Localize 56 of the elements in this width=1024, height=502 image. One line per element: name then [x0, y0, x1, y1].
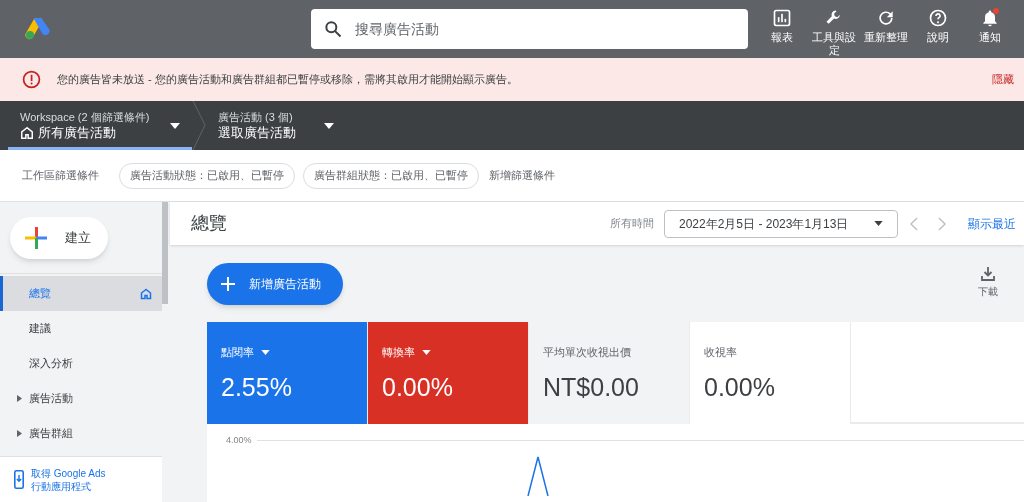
- expand-arrow-icon: [17, 395, 22, 402]
- expand-arrow-icon: [17, 430, 22, 437]
- breadcrumb-dropdown[interactable]: 廣告活動 (3 個) 選取廣告活動: [206, 101, 346, 150]
- search-field[interactable]: 搜尋廣告活動: [311, 9, 748, 49]
- error-icon: [22, 70, 41, 89]
- sidebar-item[interactable]: 總覽: [0, 276, 162, 311]
- breadcrumb-value: 選取廣告活動: [218, 123, 297, 142]
- page-title: 總覽: [191, 212, 228, 235]
- metric-card[interactable]: 點閱率 2.55%: [207, 322, 368, 424]
- phone-download-icon: [14, 470, 24, 489]
- caret-icon: [874, 221, 883, 226]
- plus-icon: [221, 277, 235, 291]
- caret-icon: [261, 349, 270, 355]
- hide-link[interactable]: 隱藏: [992, 71, 1014, 88]
- search-icon: [323, 19, 343, 39]
- caret-icon: [170, 122, 180, 129]
- refresh-icon: [876, 8, 896, 28]
- line-chart-drawing: [527, 456, 549, 496]
- help-icon: [928, 8, 948, 28]
- notifications-icon: [980, 8, 1000, 28]
- date-range-label: 所有時間: [610, 216, 654, 232]
- metric-card[interactable]: 平均單次收視出價 NT$0.00: [529, 322, 690, 424]
- home-icon: [140, 287, 152, 300]
- alert-message: 您的廣告皆未放送 - 您的廣告活動和廣告群組都已暫停或移除，需將其啟用才能開始顯示廣告。: [57, 72, 519, 88]
- previous-button[interactable]: [910, 216, 918, 231]
- sidebar-item[interactable]: 建議: [0, 311, 162, 346]
- next-button[interactable]: [938, 216, 946, 231]
- add-filter-button[interactable]: 新增篩選條件: [489, 167, 555, 184]
- reports-button[interactable]: 報表: [756, 8, 808, 44]
- metric-card[interactable]: 轉換率 0.00%: [368, 322, 529, 424]
- notifications-button[interactable]: 通知: [964, 8, 1016, 44]
- download-icon: [981, 267, 995, 281]
- caret-icon: [324, 122, 334, 129]
- home-icon: [20, 125, 34, 140]
- filter-label: 工作區篩選條件: [22, 168, 99, 184]
- reports-icon: [772, 8, 792, 28]
- date-range-dropdown[interactable]: 2022年2月5日 - 2023年1月13日: [664, 209, 898, 238]
- metric-card[interactable]: 收視率 0.00%: [690, 322, 851, 424]
- create-button[interactable]: 建立: [10, 216, 108, 259]
- download-button[interactable]: 下載: [978, 263, 998, 299]
- plus-icon: [25, 226, 47, 249]
- caret-icon: [422, 349, 431, 355]
- tools-button[interactable]: 工具與設定: [808, 8, 860, 57]
- chevron-separator-icon: [192, 101, 206, 150]
- scrollbar-thumb[interactable]: [162, 202, 168, 304]
- axis-tick-label: 4.00%: [226, 434, 252, 447]
- new-campaign-button[interactable]: 新增廣告活動: [207, 263, 343, 305]
- help-button[interactable]: 說明: [912, 8, 964, 44]
- mobile-app-link[interactable]: 取得 Google Ads 行動應用程式: [0, 456, 162, 502]
- show-recent-link[interactable]: 顯示最近: [968, 214, 1024, 233]
- refresh-button[interactable]: 重新整理: [860, 8, 912, 44]
- sidebar-item[interactable]: 廣告活動: [0, 381, 162, 416]
- logo-icon: [25, 18, 51, 40]
- sidebar-item[interactable]: 廣告群組: [0, 416, 162, 451]
- breadcrumb-value: 所有廣告活動: [20, 123, 170, 142]
- sidebar-item[interactable]: 深入分析: [0, 346, 162, 381]
